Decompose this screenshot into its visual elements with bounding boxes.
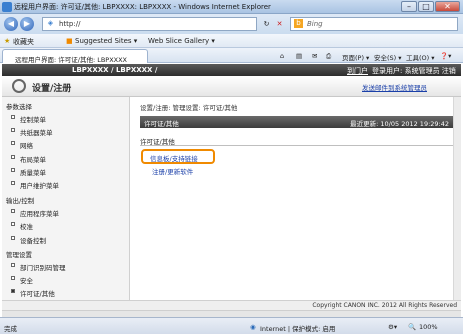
- gear-icon: [12, 79, 26, 93]
- tab-current[interactable]: 远程用户界面: 许可证/其他: LBPXXXX: [2, 49, 148, 63]
- info-board-link-highlight[interactable]: 信息板/支持链接: [141, 149, 215, 164]
- vertical-scrollbar[interactable]: [453, 97, 461, 300]
- web-slice-gallery-link[interactable]: Web Slice Gallery ▾: [148, 37, 215, 45]
- sidebar-item-calibration[interactable]: 校准: [11, 221, 33, 231]
- close-window-button[interactable]: ✕: [435, 1, 460, 12]
- sidebar-item-network[interactable]: 网络: [11, 140, 33, 150]
- last-update: 最近更新: 10/05 2012 19:29:42: [350, 120, 449, 128]
- sidebar-item-quality-menu[interactable]: 质量菜单: [11, 167, 46, 177]
- sidebar-item-control-menu[interactable]: 控制菜单: [11, 114, 46, 124]
- zoom-icon: 🔍: [408, 323, 417, 331]
- info-board-link[interactable]: 信息板/支持链接: [150, 153, 198, 163]
- sidebar-item-security[interactable]: 安全: [11, 275, 33, 285]
- copyright-text: Copyright CANON INC. 2012 All Rights Res…: [312, 302, 457, 309]
- copyright-bar: Copyright CANON INC. 2012 All Rights Res…: [2, 300, 461, 310]
- safety-menu[interactable]: 安全(S) ▾: [374, 52, 402, 62]
- zoom-level[interactable]: 100%: [419, 323, 438, 331]
- help-menu[interactable]: ❓▾: [440, 52, 451, 60]
- favorites-button[interactable]: 收藏夹: [13, 37, 34, 47]
- register-software-link[interactable]: 注册/更新软件: [152, 166, 193, 176]
- favorites-star-icon: ★: [4, 37, 11, 45]
- sidebar-item-user-maintenance[interactable]: 用户维护菜单: [11, 180, 59, 190]
- sidebar-item-application-menu[interactable]: 应用程序菜单: [11, 208, 59, 218]
- refresh-icon[interactable]: ↻: [262, 20, 271, 29]
- status-text: 完成: [4, 325, 17, 333]
- ie-icon: [2, 2, 12, 12]
- status-bar: 完成 ◉ Internet | 保护模式: 启用 ⚙▾ 🔍 100%: [0, 317, 463, 334]
- protected-mode-icon[interactable]: ⚙▾: [388, 323, 397, 331]
- portal-link[interactable]: 到门户: [347, 66, 368, 76]
- stop-icon[interactable]: ✕: [275, 20, 284, 29]
- sidebar-item-feeder-menu[interactable]: 共纸器菜单: [11, 127, 53, 137]
- feeds-icon[interactable]: ▤: [296, 52, 302, 60]
- content-title-bar: 许可证/其他 最近更新: 10/05 2012 19:29:42: [140, 116, 453, 128]
- command-bar: 远程用户界面: 许可证/其他: LBPXXXX ⌂ ▤ ✉ ⎙ 页面(P) ▾ …: [0, 48, 463, 63]
- search-input[interactable]: b Bing: [290, 17, 458, 31]
- favorites-bar: ★ 收藏夹 ■ Suggested Sites ▾ Web Slice Gall…: [0, 34, 463, 48]
- device-header: LBPXXXX / LBPXXXX / 到门户 登录用户: 系统管理员 注销: [2, 64, 461, 76]
- main-content: 设置/注册: 管理设置: 许可证/其他 许可证/其他 最近更新: 10/05 2…: [131, 97, 461, 300]
- content-title: 许可证/其他: [144, 120, 179, 128]
- tab-label: 远程用户界面: 许可证/其他: LBPXXXX: [15, 56, 128, 63]
- zone-text[interactable]: Internet | 保护模式: 启用: [260, 323, 335, 333]
- settings-header: 设置/注册 发送邮件到系统管理员: [2, 76, 461, 97]
- page-icon: ◈: [47, 19, 54, 27]
- sidebar-item-department-id[interactable]: 部门识别码管理: [11, 262, 66, 272]
- sidebar-item-layout-menu[interactable]: 布局菜单: [11, 154, 46, 164]
- page-menu[interactable]: 页面(P) ▾: [342, 52, 369, 62]
- suggested-sites-icon: ■: [66, 37, 73, 45]
- maximize-button[interactable]: □: [418, 1, 434, 12]
- sidebar-section-management: 管理设置: [6, 251, 32, 259]
- section-heading: 许可证/其他: [140, 136, 453, 146]
- address-input[interactable]: ◈ http://: [42, 17, 257, 31]
- page-title: 设置/注册: [32, 84, 72, 94]
- sidebar-section-output-control: 输出/控制: [6, 197, 35, 205]
- search-placeholder: Bing: [307, 20, 323, 28]
- login-user[interactable]: 登录用户: 系统管理员 注销: [372, 66, 456, 76]
- window-title-bar: 远程用户界面: 许可证/其他: LBPXXXX: LBPXXXX - Windo…: [0, 0, 463, 14]
- mail-icon[interactable]: ✉: [312, 52, 317, 60]
- back-button[interactable]: ◀: [4, 17, 18, 31]
- window-title: 远程用户界面: 许可证/其他: LBPXXXX: LBPXXXX - Windo…: [14, 3, 271, 11]
- url-text: http://: [59, 20, 81, 28]
- breadcrumb: 设置/注册: 管理设置: 许可证/其他: [140, 104, 238, 112]
- bing-icon: b: [294, 19, 303, 28]
- forward-button[interactable]: ▶: [20, 17, 34, 31]
- suggested-sites-link[interactable]: Suggested Sites ▾: [75, 37, 137, 45]
- minimize-button[interactable]: –: [401, 1, 417, 12]
- address-toolbar: ◀ ▶ ◈ http:// ↻ ✕ b Bing: [0, 14, 463, 34]
- model-name: LBPXXXX / LBPXXXX /: [72, 66, 158, 74]
- globe-icon: ◉: [250, 323, 256, 331]
- sidebar: 参数选择 控制菜单 共纸器菜单 网络 布局菜单 质量菜单 用户维护菜单 输出/控…: [2, 97, 130, 300]
- sidebar-section-preferences: 参数选择: [6, 103, 32, 111]
- sidebar-item-device-control[interactable]: 设备控制: [11, 235, 46, 245]
- tools-menu[interactable]: 工具(O) ▾: [406, 52, 435, 62]
- print-icon[interactable]: ⎙: [326, 52, 331, 61]
- horizontal-scrollbar[interactable]: [2, 310, 461, 317]
- sidebar-item-license-other[interactable]: 许可证/其他: [11, 288, 55, 298]
- home-icon[interactable]: ⌂: [280, 52, 284, 60]
- mail-admin-link[interactable]: 发送邮件到系统管理员: [362, 82, 427, 92]
